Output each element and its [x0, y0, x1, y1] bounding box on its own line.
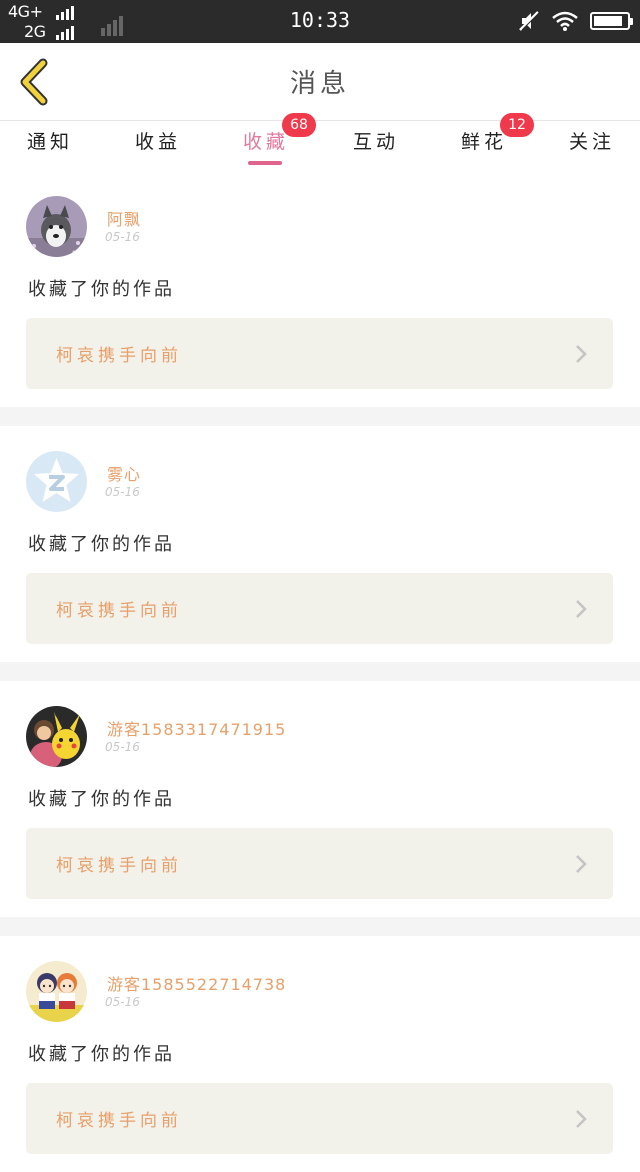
list-item: 游客1585522714738 05-16 收藏了你的作品 柯哀携手向前 [0, 936, 640, 1172]
wifi-icon [552, 11, 578, 31]
avatar[interactable] [26, 961, 87, 1022]
work-link[interactable]: 柯哀携手向前 [26, 318, 613, 389]
divider [0, 917, 640, 936]
user-name[interactable]: 雾心 [107, 461, 141, 485]
work-title: 柯哀携手向前 [56, 1111, 182, 1131]
avatar[interactable] [26, 196, 87, 257]
status-icons [518, 9, 633, 33]
timestamp: 05-16 [105, 230, 140, 244]
work-title: 柯哀携手向前 [56, 856, 182, 876]
message-list: 阿飘 05-16 收藏了你的作品 柯哀携手向前 雾心 05-16 收藏了你的作品… [0, 171, 640, 1172]
favorites-count-badge: 68 [282, 113, 316, 137]
battery-icon [590, 12, 633, 30]
chevron-right-icon [576, 855, 587, 873]
work-link[interactable]: 柯哀携手向前 [26, 1083, 613, 1154]
work-link[interactable]: 柯哀携手向前 [26, 828, 613, 899]
work-title: 柯哀携手向前 [56, 346, 182, 366]
user-name[interactable]: 游客1585522714738 [107, 971, 286, 995]
avatar[interactable] [26, 706, 87, 767]
timestamp: 05-16 [105, 995, 140, 1009]
timestamp: 05-16 [105, 485, 140, 499]
divider [0, 407, 640, 426]
flowers-count-badge: 12 [500, 113, 534, 137]
tab-interactions[interactable]: 互动 [336, 127, 416, 154]
chevron-right-icon [576, 1110, 587, 1128]
tab-following[interactable]: 关注 [552, 127, 632, 154]
nav-header: 消息 [0, 43, 640, 121]
work-link[interactable]: 柯哀携手向前 [26, 573, 613, 644]
tab-bar: 通知 收益 收藏 互动 鲜花 关注 68 12 [0, 113, 640, 169]
tab-notifications[interactable]: 通知 [10, 127, 90, 154]
tab-earnings[interactable]: 收益 [118, 127, 198, 154]
user-name[interactable]: 阿飘 [107, 206, 141, 230]
list-item: 雾心 05-16 收藏了你的作品 柯哀携手向前 [0, 426, 640, 662]
chevron-right-icon [576, 600, 587, 618]
activity-text: 收藏了你的作品 [28, 789, 175, 810]
user-name[interactable]: 游客1583317471915 [107, 716, 286, 740]
activity-text: 收藏了你的作品 [28, 1044, 175, 1065]
divider [0, 662, 640, 681]
avatar[interactable] [26, 451, 87, 512]
status-bar: 4G+ 2G 10:33 [0, 0, 640, 43]
page-title: 消息 [289, 69, 350, 99]
activity-text: 收藏了你的作品 [28, 279, 175, 300]
activity-text: 收藏了你的作品 [28, 534, 175, 555]
timestamp: 05-16 [105, 740, 140, 754]
active-tab-indicator [248, 161, 282, 165]
mute-icon [519, 11, 540, 31]
work-title: 柯哀携手向前 [56, 601, 182, 621]
list-item: 阿飘 05-16 收藏了你的作品 柯哀携手向前 [0, 171, 640, 407]
chevron-right-icon [576, 345, 587, 363]
list-item: 游客1583317471915 05-16 收藏了你的作品 柯哀携手向前 [0, 681, 640, 917]
